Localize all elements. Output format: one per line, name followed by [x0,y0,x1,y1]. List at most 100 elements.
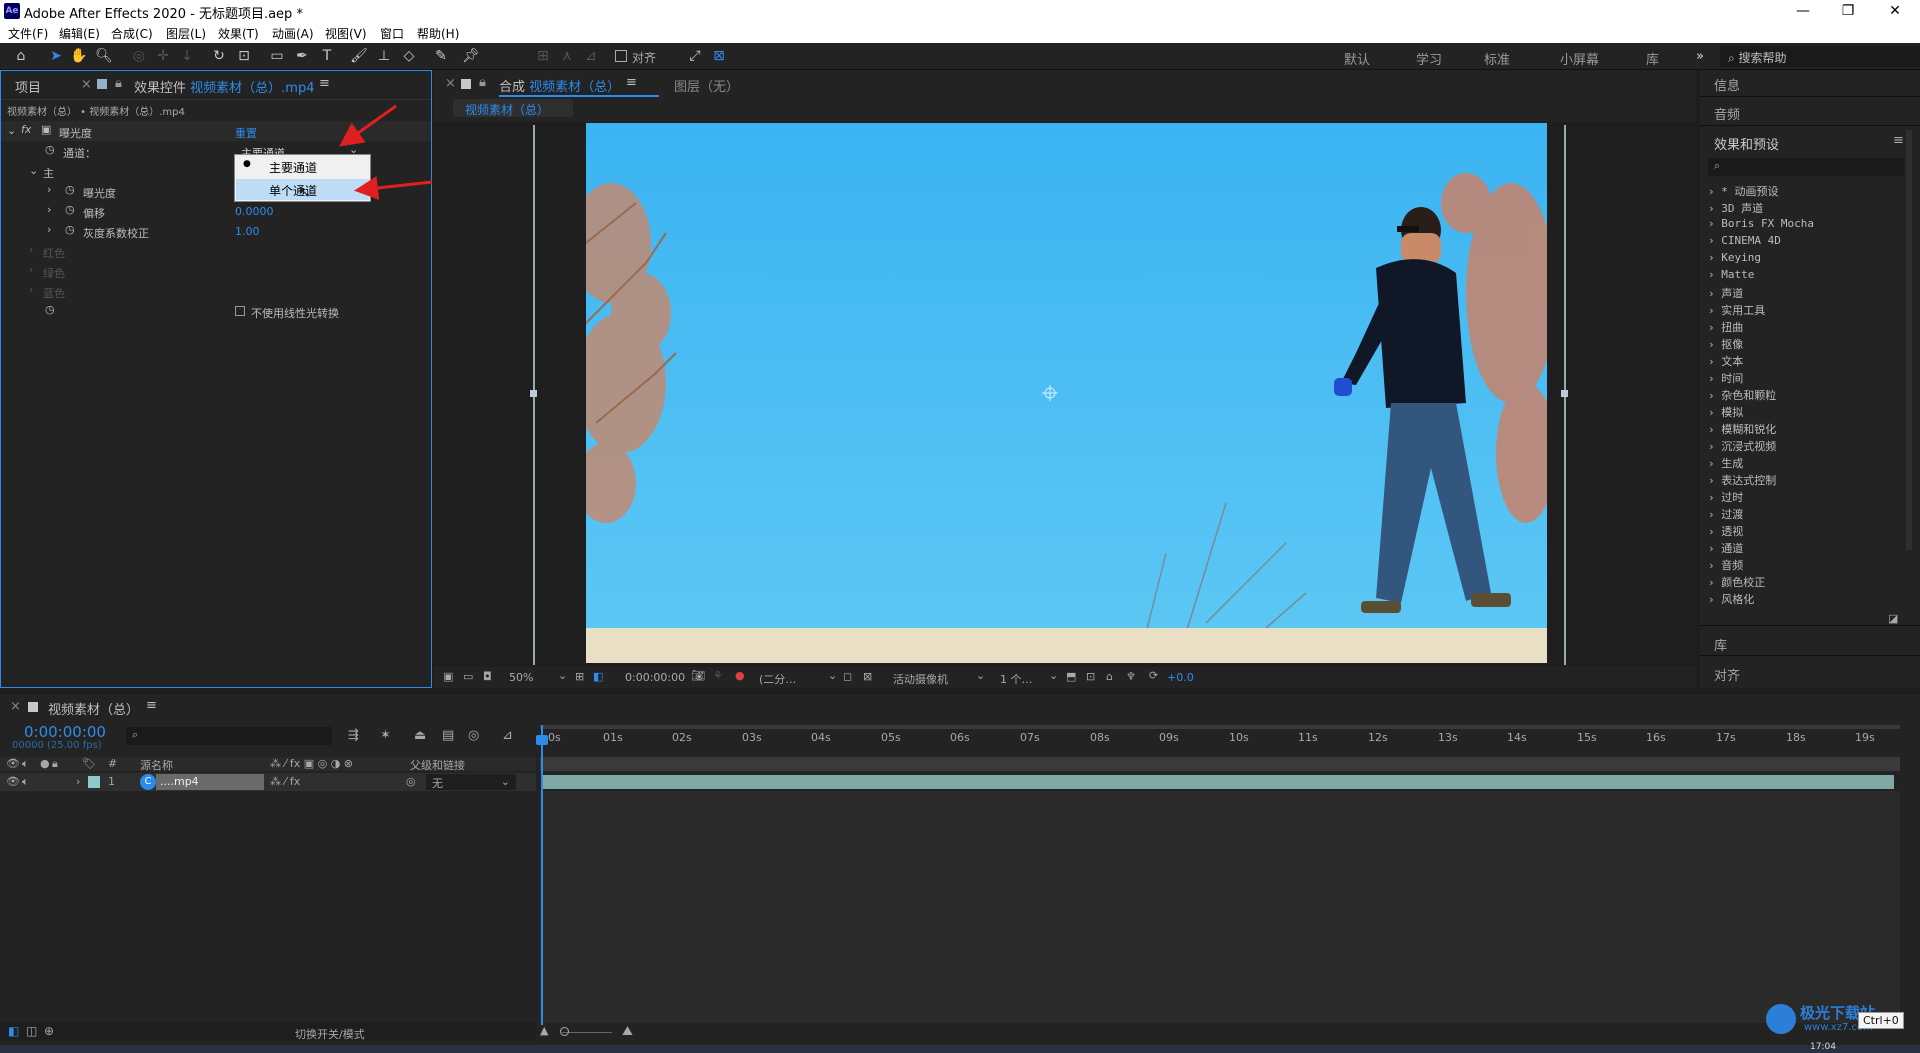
frame-blending-icon[interactable]: ▤ [442,728,454,743]
effect-category[interactable]: › 透视 [1708,523,1743,539]
audio-panel-header[interactable]: 音频 [1714,104,1740,123]
effect-category[interactable]: › 声道 [1708,285,1743,301]
effect-category[interactable]: › CINEMA 4D [1708,234,1781,247]
effect-category[interactable]: › 过渡 [1708,506,1743,522]
layer-row[interactable]: 👁︎ 🔈︎ › 1 C ....mp4 ⁂ ⁄ fx ◎ 无 ⌄ [0,773,536,791]
grid-toggle-icon[interactable]: ⊞ [575,670,584,683]
reset-exposure-icon[interactable]: ⟳ [1149,669,1158,682]
label-color-swatch[interactable] [88,776,100,788]
effect-category[interactable]: › 实用工具 [1708,302,1765,318]
effect-category[interactable]: › 时间 [1708,370,1743,386]
motion-blur-icon[interactable]: ◎ [468,728,479,743]
pickwhip-icon[interactable]: ◎ [406,775,416,788]
bound-handle[interactable] [1561,390,1568,397]
bound-handle[interactable] [530,390,537,397]
fast-preview-icon[interactable]: ⬒ [1066,670,1076,683]
effect-category[interactable]: › Matte [1708,268,1754,281]
comp-flowchart-icon[interactable]: ⌂ [1106,670,1113,683]
modes-toggle-icon[interactable]: ⊕ [44,1024,54,1038]
panel-menu-icon[interactable]: ≡ [1893,133,1904,148]
effect-category[interactable]: › 音频 [1708,557,1743,573]
close-tab-icon[interactable]: × [10,699,21,714]
close-tab-icon[interactable]: × [445,76,456,91]
effect-category[interactable]: › 风格化 [1708,591,1754,607]
toggle-switches-modes[interactable]: 切换开关/模式 [295,1026,365,1042]
label-tag-icon[interactable]: 🏷︎ [82,757,96,770]
resolution-select[interactable]: (二分… [759,671,796,687]
timeline-tab[interactable]: 视频素材（总） [48,699,139,718]
exposure-value[interactable]: +0.0 [1167,671,1194,684]
effect-category[interactable]: › 扭曲 [1708,319,1743,335]
snapshot-icon[interactable]: 📷︎ [691,669,705,682]
effects-presets-header[interactable]: 效果和预设 [1714,134,1779,153]
draft-3d-icon[interactable]: ✶ [380,728,391,743]
transparency-grid-icon[interactable]: ⊠ [863,670,872,683]
effects-search-input[interactable]: ⌕ [1708,158,1904,176]
monitor-icon[interactable]: ▭ [463,670,473,683]
effect-category[interactable]: › 过时 [1708,489,1743,505]
effect-category[interactable]: › Keying [1708,251,1761,264]
panel-menu-icon[interactable]: ≡ [626,75,637,90]
camera-select[interactable]: 活动摄像机 [893,671,948,687]
region-of-interest-icon[interactable]: ◻ [843,670,852,683]
parent-header[interactable]: 父级和链接 [410,757,465,773]
playhead-handle[interactable] [536,735,548,745]
comp-navigator-chip[interactable]: 视频素材（总） [453,99,573,117]
eye-icon[interactable]: 👁︎ [6,775,20,788]
zoom-slider[interactable]: ▲ ⛰ [540,1024,660,1040]
mask-toggle-icon[interactable]: ◧ [593,670,603,683]
effect-category[interactable]: › 模拟 [1708,404,1743,420]
time-ruler[interactable]: 0s 01s 02s 03s 04s 05s 06s 07s 08s 09s 1… [540,731,1900,755]
switches-toggle-icon[interactable]: ◫ [26,1024,37,1038]
timeline-timecode[interactable]: 0:00:00:00 [24,723,106,741]
new-item-icon[interactable]: ◪ [1888,612,1898,625]
effect-category[interactable]: › 文本 [1708,353,1743,369]
audio-icon[interactable]: 🔈︎ [22,775,29,789]
always-preview-icon[interactable]: ▣ [443,670,453,683]
panel-menu-icon[interactable]: ≡ [146,698,157,713]
audio-icon[interactable]: 🔈︎ [22,757,29,771]
viewer-timecode[interactable]: 0:00:00:00 [625,671,685,684]
layer-switches-icon[interactable]: ⁂ ⁄ fx [270,775,300,788]
playhead[interactable] [541,725,543,1025]
layer-name[interactable]: ....mp4 [156,774,264,790]
layer-duration-bar[interactable] [542,775,1894,789]
effect-category[interactable]: › 抠像 [1708,336,1743,352]
lock-icon[interactable]: 🔒︎ [479,75,486,90]
timeline-icon[interactable]: ⊡ [1086,670,1095,683]
solo-icon[interactable]: ● [40,757,50,770]
lock-icon[interactable]: 🔒︎ [52,757,58,771]
color-channel-icon[interactable]: ● [735,669,745,682]
library-panel-header[interactable]: 库 [1714,635,1727,654]
scrollbar[interactable] [1906,130,1912,550]
source-name-header[interactable]: 源名称 [140,757,173,773]
parent-select[interactable]: 无 ⌄ [426,774,516,790]
comp-mini-flowchart-icon[interactable]: ⇶ [348,728,359,743]
expand-arrow-icon[interactable]: › [76,775,80,788]
align-panel-header[interactable]: 对齐 [1714,665,1740,684]
render-time-icon[interactable]: ◧ [8,1024,19,1038]
effect-category[interactable]: › 通道 [1708,540,1743,556]
tab-layer[interactable]: 图层（无） [674,76,739,95]
graph-editor-icon[interactable]: ⊿ [502,728,513,743]
effect-category[interactable]: › 生成 [1708,455,1743,471]
effect-category[interactable]: › * 动画预设 [1708,183,1779,199]
effect-category[interactable]: › 沉浸式视频 [1708,438,1776,454]
shy-layers-icon[interactable]: ⏏ [414,728,426,743]
layer-search-input[interactable]: ⌕ [126,727,332,745]
eye-icon[interactable]: 👁︎ [6,757,20,770]
effect-category[interactable]: › 3D 声道 [1708,200,1763,216]
info-panel-header[interactable]: 信息 [1714,75,1740,94]
tab-composition[interactable]: 合成 视频素材（总） [499,76,620,95]
zoom-out-icon[interactable]: ▲ [540,1024,548,1037]
show-snapshot-icon[interactable]: ⚘ [713,669,723,682]
effect-category[interactable]: › Boris FX Mocha [1708,217,1814,230]
effect-category[interactable]: › 颜色校正 [1708,574,1765,590]
views-select[interactable]: 1 个… [1000,671,1033,687]
vr-icon[interactable]: ◘ [483,670,492,683]
zoom-thumb[interactable] [560,1027,569,1036]
work-area-bar[interactable] [540,725,1900,729]
effect-category[interactable]: › 模糊和锐化 [1708,421,1776,437]
zoom-select[interactable]: 50% [509,671,533,684]
flowchart-icon[interactable]: ♆ [1126,670,1136,683]
